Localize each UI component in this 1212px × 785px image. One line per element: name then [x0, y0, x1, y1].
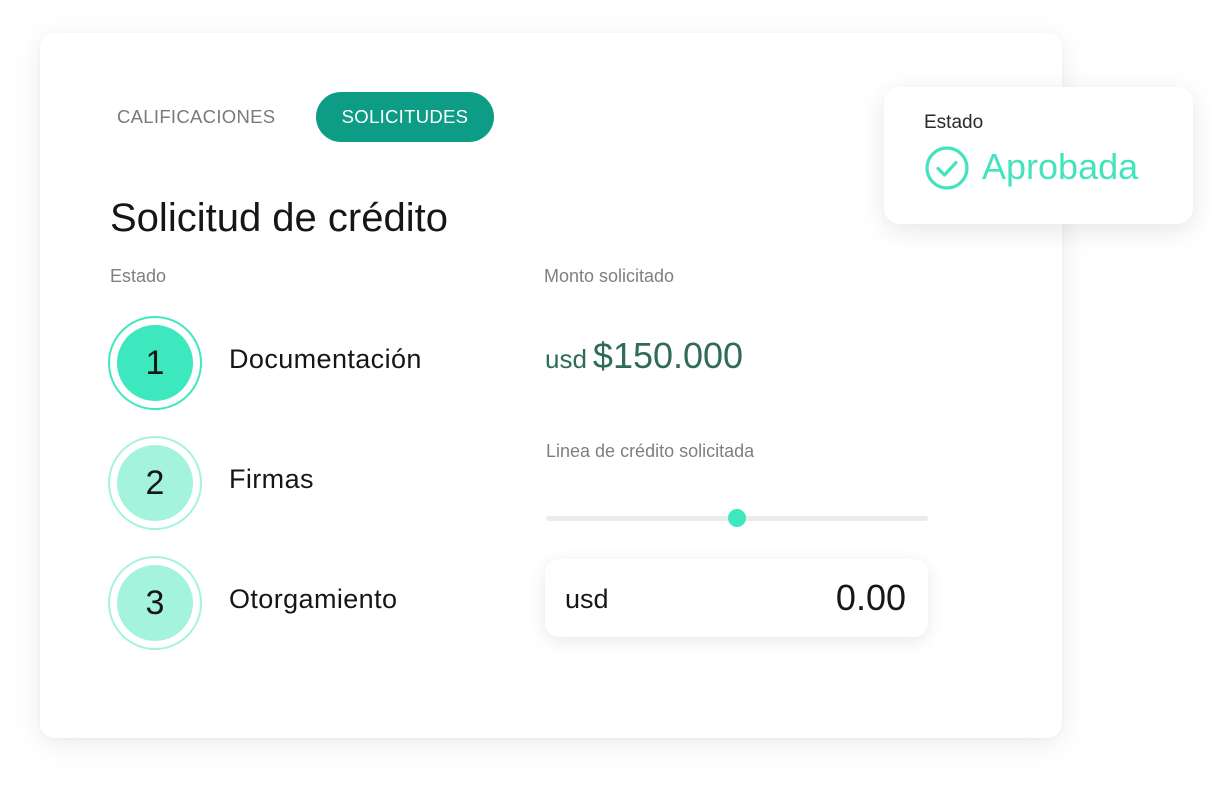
tab-solicitudes[interactable]: SOLICITUDES: [316, 92, 494, 142]
step-1-circle[interactable]: 1: [108, 316, 202, 410]
amount-currency: usd: [545, 344, 587, 374]
step-3-circle[interactable]: 3: [108, 556, 202, 650]
step-3-label: Otorgamiento: [229, 584, 398, 614]
amount-label: Monto solicitado: [544, 266, 675, 286]
step-2-number: 2: [117, 445, 193, 521]
step-2-circle[interactable]: 2: [108, 436, 202, 530]
credit-line-label: Linea de crédito solicitada: [546, 441, 755, 461]
credit-line-value: 0.00: [835, 577, 906, 618]
status-label: Estado: [924, 112, 984, 133]
steps-label: Estado: [110, 266, 167, 286]
credit-line-input[interactable]: usd 0.00: [545, 559, 928, 637]
credit-line-currency: usd: [565, 584, 609, 614]
step-2-label: Firmas: [229, 464, 314, 494]
page-title: Solicitud de crédito: [110, 196, 448, 240]
step-1-label: Documentación: [229, 344, 422, 374]
tab-calificaciones[interactable]: CALIFICACIONES: [117, 92, 275, 142]
status-card: Estado Aprobada: [884, 87, 1193, 224]
step-1-number: 1: [117, 325, 193, 401]
step-3-number: 3: [117, 565, 193, 641]
amount-value: $150.000: [592, 335, 744, 376]
requested-amount: usd $150.000: [545, 332, 743, 388]
status-value: Aprobada: [982, 146, 1139, 187]
credit-line-slider-thumb[interactable]: [728, 509, 746, 527]
check-circle-icon: [925, 146, 969, 190]
